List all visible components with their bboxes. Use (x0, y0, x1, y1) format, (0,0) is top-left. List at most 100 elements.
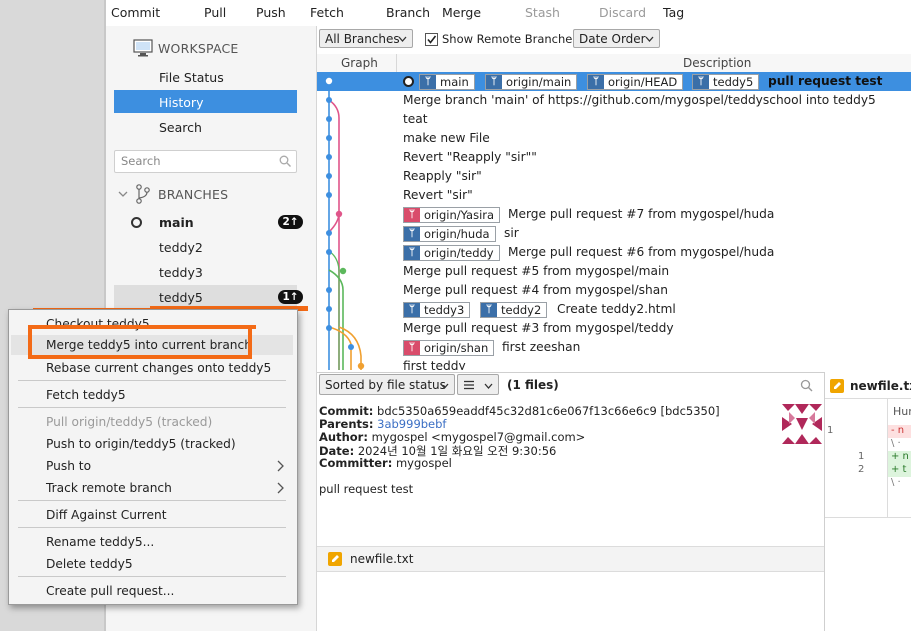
commit-graph-list[interactable]: ᛘ main ᛘ origin/main ᛘ origin/HEAD ᛘ teddy5 … (317, 72, 911, 370)
menu-item-push-tracked[interactable]: Push to origin/teddy5 (tracked) (46, 437, 236, 451)
menu-item-rebase[interactable]: Rebase current changes onto teddy5 (46, 361, 271, 375)
show-remote-label[interactable]: Show Remote Branches (442, 32, 578, 46)
fetch-button[interactable]: Fetch (310, 5, 344, 20)
diff-line-removed: 1 - n (825, 425, 911, 438)
branch-tag[interactable]: ᛘ origin/main (485, 74, 578, 90)
commit-row[interactable]: ᛘ origin/teddy Merge pull request #6 from… (317, 243, 911, 262)
stash-button[interactable]: Stash (525, 5, 560, 20)
branch-icon: ᛘ (404, 303, 420, 317)
tag-label: origin/Yasira (424, 208, 495, 222)
commit-row[interactable]: ᛘ origin/huda sir (317, 224, 911, 243)
author-value: mygospel <mygospel7@gmail.com> (371, 430, 586, 444)
tag-label: origin/HEAD (608, 75, 678, 89)
branches-title: BRANCHES (158, 187, 229, 202)
tag-label: origin/shan (424, 341, 489, 355)
commit-row[interactable]: ᛘ main ᛘ origin/main ᛘ origin/HEAD ᛘ teddy5 … (317, 72, 911, 91)
branch-tag[interactable]: ᛘ teddy5 (692, 74, 760, 90)
tag-button[interactable]: Tag (663, 5, 684, 20)
commit-row[interactable]: Merge pull request #3 from mygospel/tedd… (317, 319, 911, 338)
discard-button[interactable]: Discard (599, 5, 646, 20)
search-icon (279, 155, 291, 167)
branch-item-teddy2[interactable]: teddy2 (159, 240, 203, 255)
sidebar-item-file-status[interactable]: File Status (159, 70, 224, 85)
commit-row[interactable]: Merge branch 'main' of https://github.co… (317, 91, 911, 110)
list-icon (464, 380, 474, 390)
commit-message: Revert "Reapply "sir"" (403, 150, 537, 164)
branch-item-teddy3[interactable]: teddy3 (159, 265, 203, 280)
branch-filter-dropdown[interactable]: All Branches (319, 29, 413, 48)
commit-row[interactable]: Revert "sir" (317, 186, 911, 205)
chevron-down-icon (484, 383, 493, 389)
commit-hash-line: Commit: bdc5350a659eaddf45c32d81c6e067f1… (319, 404, 720, 418)
graph-column-header[interactable]: Graph (341, 56, 378, 70)
branch-tag[interactable]: ᛘ origin/huda (403, 226, 496, 242)
branch-tag[interactable]: ᛘ origin/Yasira (403, 207, 501, 223)
commit-message: Merge pull request #5 from mygospel/main (403, 264, 670, 278)
old-line-number: 1 (827, 425, 834, 436)
diff-text: \ · (891, 477, 901, 488)
commit-message-body: pull request test (319, 482, 414, 496)
chevron-down-icon[interactable] (118, 190, 128, 198)
branch-tag[interactable]: ᛘ origin/shan (403, 340, 495, 356)
sidebar-item-search[interactable]: Search (159, 120, 202, 135)
commit-row[interactable]: make new File (317, 129, 911, 148)
commit-details-pane: Sorted by file status (1 files) Commit: … (317, 372, 824, 632)
parent-link[interactable]: 3ab999bebf (377, 417, 446, 431)
chevron-down-icon (440, 383, 449, 389)
sort-value: Sorted by file status (325, 378, 446, 392)
branch-item-main[interactable]: main 2↑ (114, 211, 303, 233)
branch-button[interactable]: Branch (386, 5, 430, 20)
commit-row[interactable]: ᛘ origin/Yasira Merge pull request #7 fro… (317, 205, 911, 224)
diff-line: \ · (825, 477, 911, 490)
commit-row[interactable]: first teddy (317, 357, 911, 370)
menu-separator (18, 527, 286, 528)
menu-item-pull-tracked[interactable]: Pull origin/teddy5 (tracked) (46, 415, 212, 429)
commit-row[interactable]: ᛘ teddy3 ᛘ teddy2 Create teddy2.html (317, 300, 911, 319)
search-icon[interactable] (800, 379, 813, 392)
sidebar-item-history[interactable]: History (114, 90, 297, 113)
sort-dropdown[interactable]: Sorted by file status (319, 374, 455, 395)
order-dropdown[interactable]: Date Order (573, 29, 660, 48)
menu-item-push-to[interactable]: Push to (46, 459, 91, 473)
annotation-box-top (28, 325, 256, 329)
menu-item-fetch[interactable]: Fetch teddy5 (46, 388, 126, 402)
menu-item-create-pr[interactable]: Create pull request... (46, 584, 174, 598)
diff-text: + t (888, 464, 911, 477)
diff-pane: newfile.txt Hun 1 - n \ · 1 + n 2 + t \ … (824, 372, 911, 631)
branch-tag[interactable]: ᛘ main (419, 74, 475, 90)
branch-tag[interactable]: ᛘ origin/teddy (403, 245, 500, 261)
new-line-number: 2 (858, 464, 865, 475)
commit-row[interactable]: Revert "Reapply "sir"" (317, 148, 911, 167)
branch-item-teddy5[interactable]: teddy5 1↑ (114, 285, 303, 308)
branch-tag[interactable]: ᛘ teddy3 (403, 302, 471, 318)
menu-item-track-remote[interactable]: Track remote branch (46, 481, 172, 495)
branch-tag[interactable]: ᛘ origin/HEAD (587, 74, 684, 90)
menu-item-rename[interactable]: Rename teddy5... (46, 535, 154, 549)
merge-button[interactable]: Merge (442, 5, 481, 20)
commit-message: Merge pull request #3 from mygospel/tedd… (403, 321, 674, 335)
commit-row[interactable]: Merge pull request #4 from mygospel/shan (317, 281, 911, 300)
parents-label: Parents: (319, 417, 374, 431)
commit-row[interactable]: teat (317, 110, 911, 129)
file-list-row[interactable]: newfile.txt (317, 546, 824, 572)
branch-icon (136, 184, 150, 204)
branch-tag[interactable]: ᛘ teddy2 (480, 302, 548, 318)
new-line-number: 1 (858, 451, 865, 462)
pull-button[interactable]: Pull (204, 5, 226, 20)
menu-item-diff[interactable]: Diff Against Current (46, 508, 166, 522)
description-column-header[interactable]: Description (683, 56, 751, 70)
view-mode-dropdown[interactable] (457, 374, 499, 395)
push-button[interactable]: Push (256, 5, 286, 20)
commit-row[interactable]: ᛘ origin/shan first zeeshan (317, 338, 911, 357)
commit-button[interactable]: Commit (111, 5, 160, 20)
commit-message: pull request test (768, 74, 883, 88)
commit-row[interactable]: Reapply "sir" (317, 167, 911, 186)
menu-separator (18, 407, 286, 408)
menu-item-delete[interactable]: Delete teddy5 (46, 557, 133, 571)
commit-row[interactable]: Merge pull request #5 from mygospel/main (317, 262, 911, 281)
branch-search-input[interactable]: Search (114, 150, 297, 173)
show-remote-checkbox[interactable] (425, 33, 438, 46)
modified-file-icon (830, 379, 844, 393)
chevron-right-icon (277, 460, 284, 472)
history-filter-bar: All Branches Show Remote Branches Date O… (317, 26, 911, 54)
